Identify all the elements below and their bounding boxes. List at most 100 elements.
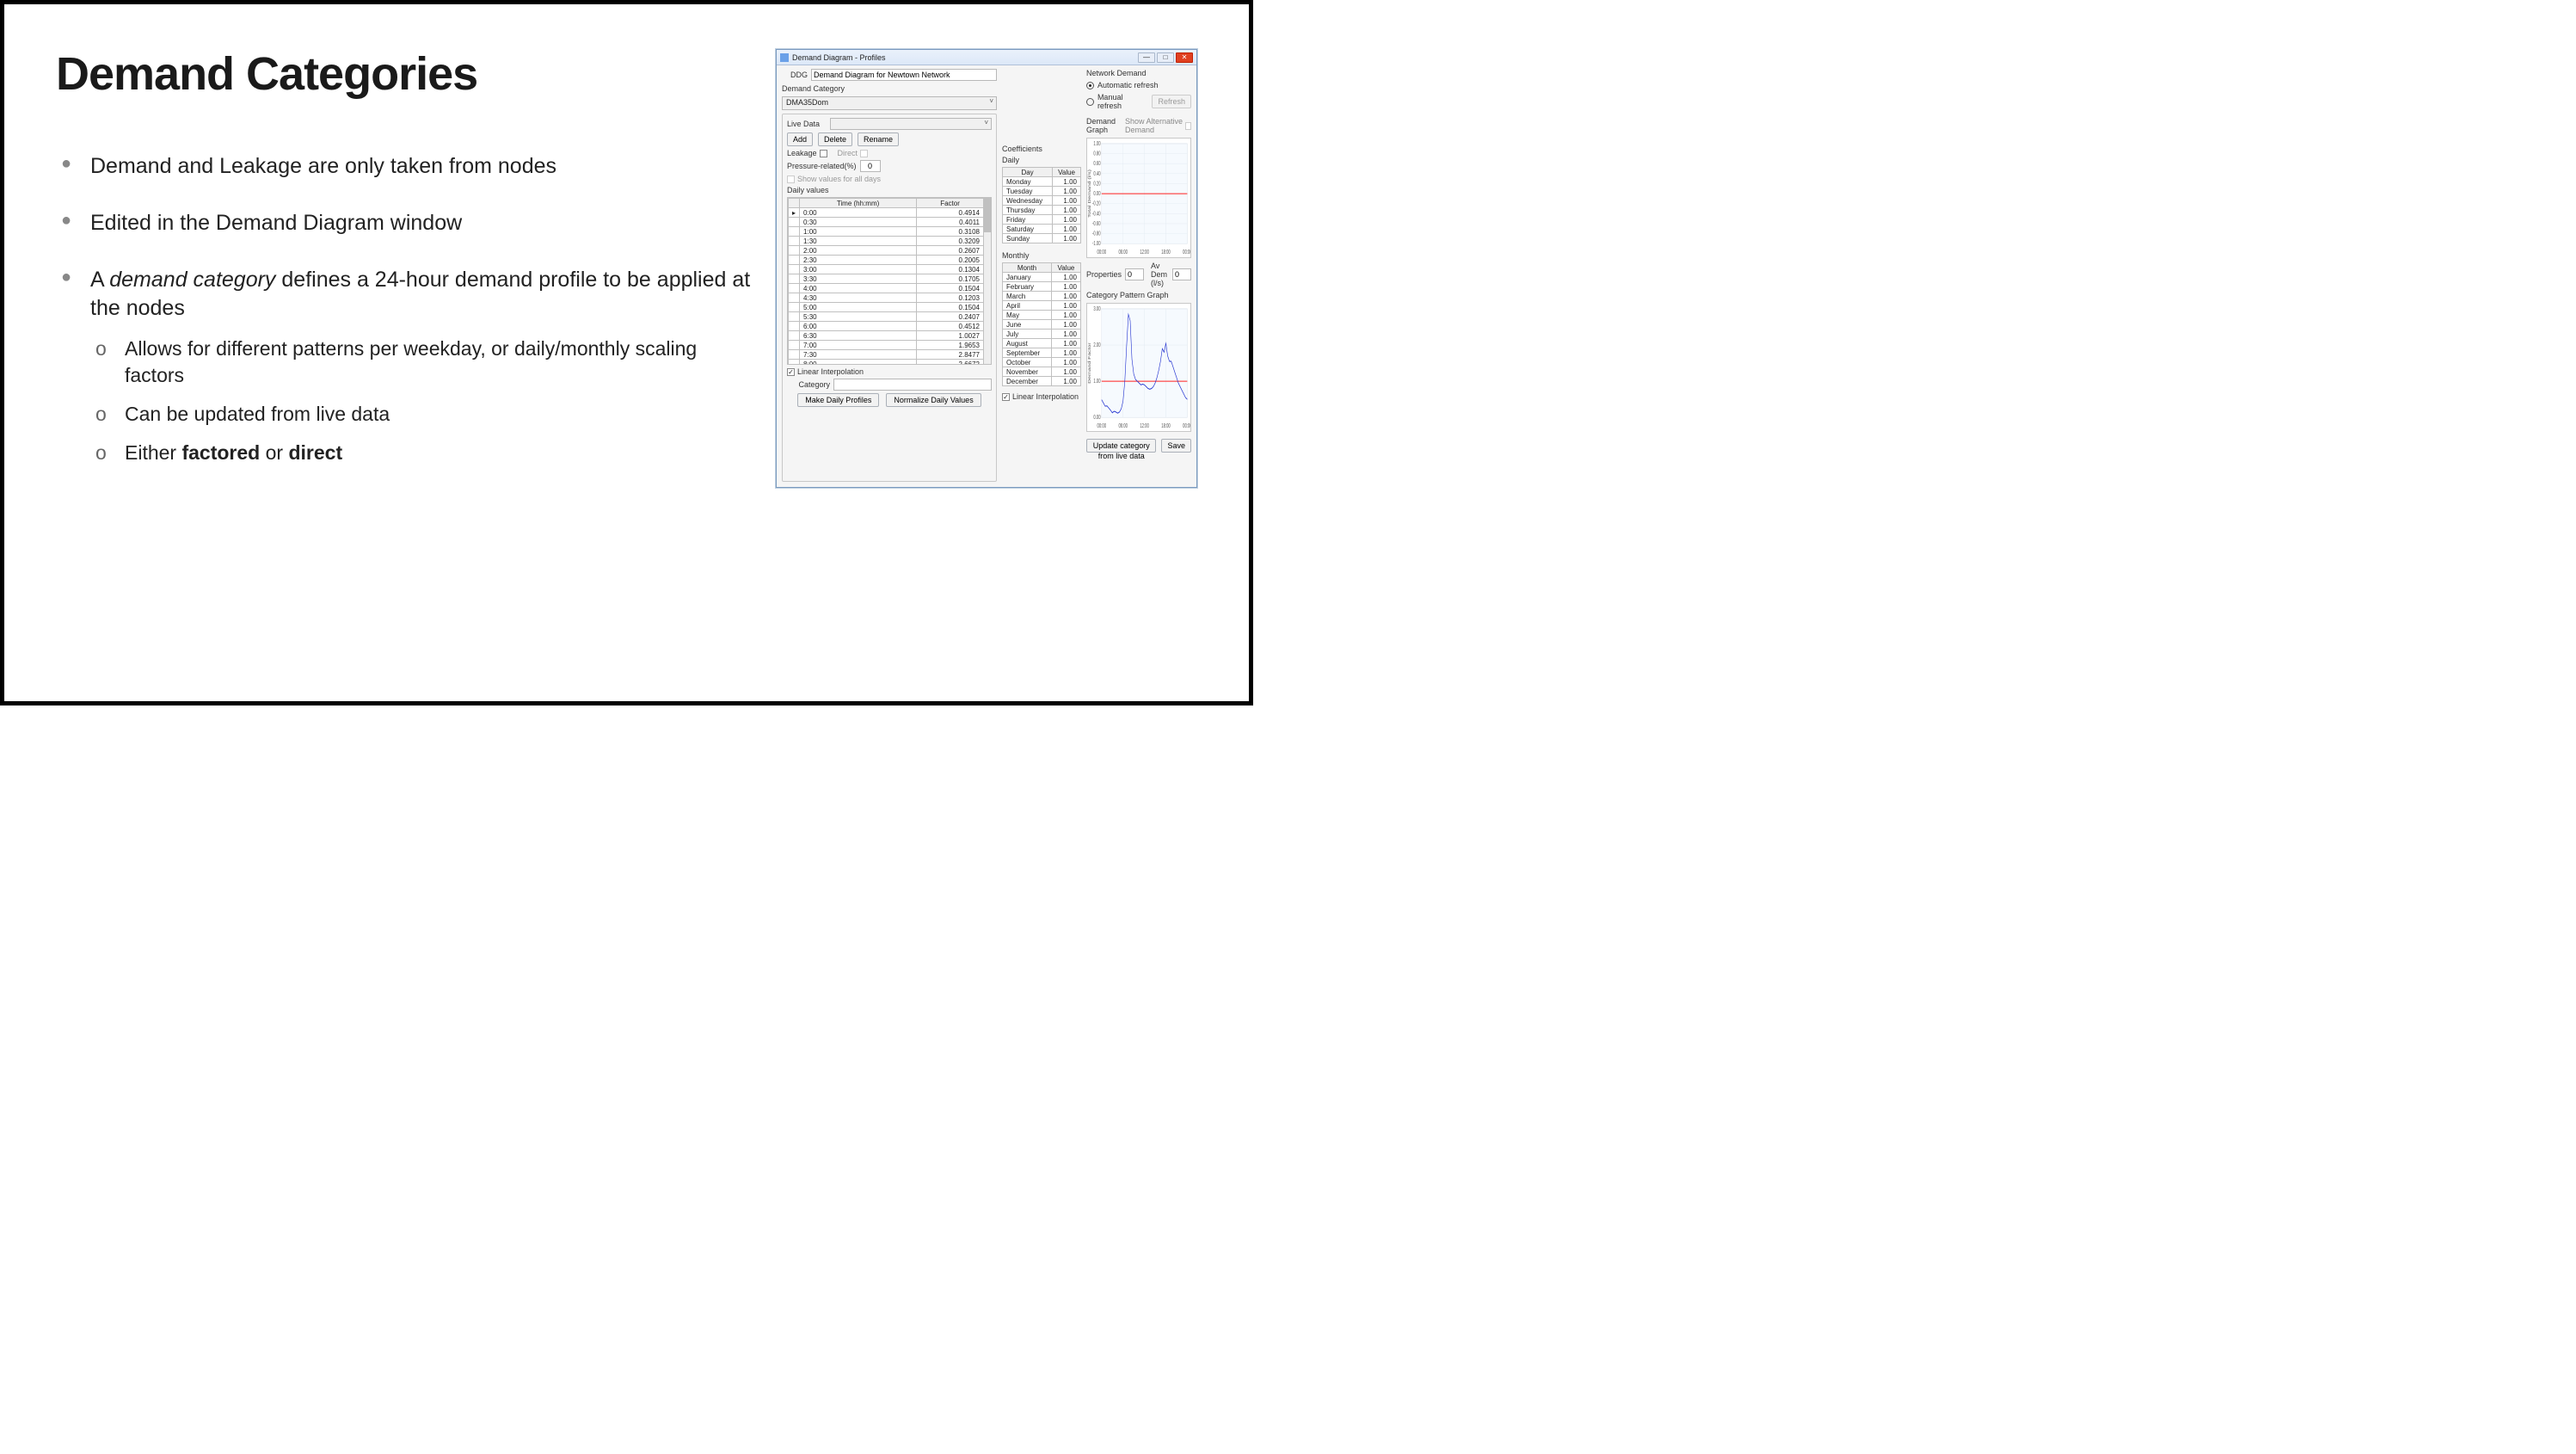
leakage-checkbox[interactable]: Leakage: [787, 149, 827, 157]
table-row[interactable]: June1.00: [1003, 320, 1081, 330]
table-row[interactable]: Tuesday1.00: [1003, 187, 1081, 196]
right-bottom-buttons-row: Update category from live data Save: [1086, 439, 1191, 453]
table-row[interactable]: 2:000.2607: [789, 246, 984, 256]
minimize-button[interactable]: —: [1138, 52, 1155, 63]
table-row[interactable]: 5:000.1504: [789, 303, 984, 312]
table-row[interactable]: 6:301.0027: [789, 331, 984, 341]
sub-bullet-list: Allows for different patterns per weekda…: [90, 336, 759, 466]
daily-values-table[interactable]: Time (hh:mm) Factor ▸0:000.49140:300.401…: [788, 198, 984, 365]
table-row[interactable]: Friday1.00: [1003, 215, 1081, 225]
table-row[interactable]: Saturday1.00: [1003, 225, 1081, 234]
table-row[interactable]: July1.00: [1003, 330, 1081, 339]
rename-button[interactable]: Rename: [858, 132, 899, 146]
table-row[interactable]: 3:000.1304: [789, 265, 984, 274]
table-row[interactable]: 2:300.2005: [789, 256, 984, 265]
svg-text:0.80: 0.80: [1093, 151, 1100, 157]
table-row[interactable]: January1.00: [1003, 273, 1081, 282]
manual-refresh-radio[interactable]: Manual refresh: [1086, 93, 1148, 110]
svg-text:00:00: 00:00: [1183, 250, 1190, 256]
table-row: Day Value: [1003, 168, 1081, 177]
sub-bullet-3-bold-1: factored: [181, 441, 260, 464]
ddg-input[interactable]: [811, 69, 997, 81]
table-row[interactable]: September1.00: [1003, 348, 1081, 358]
coefficients-label: Coefficients: [1002, 145, 1081, 153]
dv-head-factor: Factor: [917, 199, 984, 208]
table-row[interactable]: 1:000.3108: [789, 227, 984, 237]
table-row[interactable]: Sunday1.00: [1003, 234, 1081, 243]
av-dem-label: Av Dem (l/s): [1151, 262, 1169, 287]
svg-text:18:00: 18:00: [1161, 423, 1170, 429]
daily-values-scrollbar[interactable]: [984, 198, 991, 364]
close-button[interactable]: ✕: [1176, 52, 1193, 63]
table-row[interactable]: December1.00: [1003, 377, 1081, 386]
coefficients-panel: Coefficients Daily Day Value Monday1.00T…: [1002, 145, 1081, 482]
category-input[interactable]: [833, 379, 992, 391]
table-row[interactable]: November1.00: [1003, 367, 1081, 377]
svg-text:0.00: 0.00: [1093, 191, 1100, 197]
show-alternative-demand-checkbox[interactable]: Show Alternative Demand: [1125, 117, 1191, 134]
titlebar[interactable]: Demand Diagram - Profiles — □ ✕: [777, 50, 1196, 65]
table-row[interactable]: 8:002.6672: [789, 360, 984, 366]
table-row[interactable]: Wednesday1.00: [1003, 196, 1081, 206]
live-data-combo[interactable]: [830, 118, 992, 130]
table-row[interactable]: 0:300.4011: [789, 218, 984, 227]
table-row[interactable]: March1.00: [1003, 292, 1081, 301]
app-icon: [780, 53, 789, 62]
add-button[interactable]: Add: [787, 132, 813, 146]
ddg-row: DDG: [782, 69, 997, 81]
table-row[interactable]: 7:302.8477: [789, 350, 984, 360]
save-button[interactable]: Save: [1161, 439, 1191, 453]
pressure-related-input[interactable]: [860, 160, 881, 172]
dc-head-value: Value: [1053, 168, 1081, 177]
table-row[interactable]: 6:000.4512: [789, 322, 984, 331]
dc-head-day: Day: [1003, 168, 1053, 177]
table-row[interactable]: 1:300.3209: [789, 237, 984, 246]
scrollbar-thumb[interactable]: [984, 198, 991, 232]
svg-text:-0.80: -0.80: [1092, 231, 1101, 237]
demand-diagram-window: Demand Diagram - Profiles — □ ✕ DDG Dema…: [776, 49, 1197, 488]
table-row[interactable]: 5:300.2407: [789, 312, 984, 322]
table-row[interactable]: 4:300.1203: [789, 293, 984, 303]
table-row[interactable]: August1.00: [1003, 339, 1081, 348]
table-row[interactable]: May1.00: [1003, 311, 1081, 320]
table-row[interactable]: Thursday1.00: [1003, 206, 1081, 215]
slide-frame: Demand Categories Demand and Leakage are…: [0, 0, 1253, 705]
table-row[interactable]: ▸0:000.4914: [789, 208, 984, 218]
mc-head-month: Month: [1003, 263, 1052, 273]
make-daily-profiles-button[interactable]: Make Daily Profiles: [797, 393, 879, 407]
update-category-from-live-button[interactable]: Update category from live data: [1086, 439, 1156, 453]
table-row[interactable]: 3:300.1705: [789, 274, 984, 284]
daily-values-label: Daily values: [787, 186, 992, 194]
show-values-all-days-checkbox[interactable]: Show values for all days: [787, 175, 992, 183]
demand-category-label: Demand Category: [782, 84, 997, 93]
maximize-button[interactable]: □: [1157, 52, 1174, 63]
manual-refresh-row: Manual refresh Refresh: [1086, 93, 1191, 110]
direct-checkbox[interactable]: Direct: [838, 149, 869, 157]
normalize-daily-values-button[interactable]: Normalize Daily Values: [886, 393, 981, 407]
delete-button[interactable]: Delete: [818, 132, 852, 146]
sub-bullet-3-pre: Either: [125, 441, 181, 464]
linear-interpolation-left-checkbox[interactable]: ✓Linear Interpolation: [787, 367, 992, 376]
demand-category-combo[interactable]: DMA35Dom: [782, 96, 997, 110]
refresh-button[interactable]: Refresh: [1152, 95, 1191, 108]
daily-coeff-table[interactable]: Day Value Monday1.00Tuesday1.00Wednesday…: [1002, 167, 1081, 243]
automatic-refresh-radio[interactable]: Automatic refresh: [1086, 81, 1191, 89]
table-row[interactable]: 7:001.9653: [789, 341, 984, 350]
window-title: Demand Diagram - Profiles: [792, 53, 1138, 62]
table-row[interactable]: October1.00: [1003, 358, 1081, 367]
category-pattern-chart: 0.001.002.003.0000:0006:0012:0018:0000:0…: [1086, 303, 1191, 432]
pressure-related-label: Pressure-related(%): [787, 162, 857, 170]
table-row[interactable]: 4:000.1504: [789, 284, 984, 293]
table-row[interactable]: Monday1.00: [1003, 177, 1081, 187]
linear-interpolation-right-checkbox[interactable]: ✓Linear Interpolation: [1002, 392, 1081, 401]
av-dem-input[interactable]: [1172, 268, 1191, 280]
svg-text:12:00: 12:00: [1140, 423, 1148, 429]
monthly-coeff-table[interactable]: Month Value January1.00February1.00March…: [1002, 262, 1081, 386]
svg-text:Demand Factor: Demand Factor: [1088, 342, 1091, 384]
properties-input[interactable]: [1125, 268, 1144, 280]
table-row[interactable]: April1.00: [1003, 301, 1081, 311]
svg-text:00:00: 00:00: [1097, 423, 1106, 429]
svg-text:0.00: 0.00: [1093, 415, 1100, 421]
table-row[interactable]: February1.00: [1003, 282, 1081, 292]
ddg-label: DDG: [782, 71, 808, 79]
